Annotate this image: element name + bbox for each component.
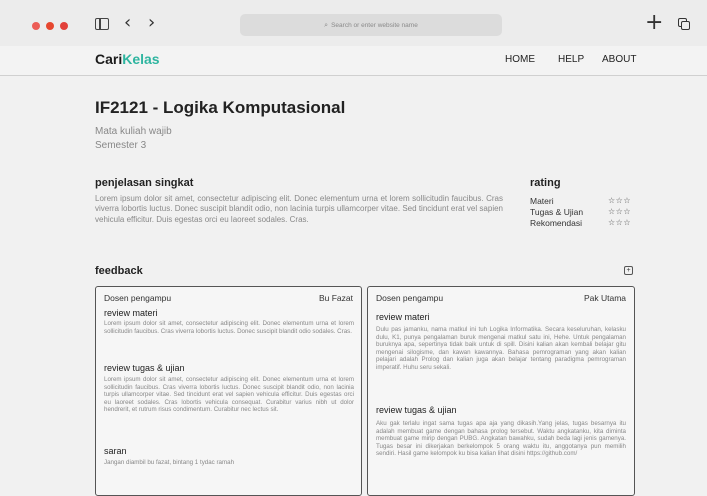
- feedback-heading: feedback: [95, 265, 143, 277]
- minimize-window-button[interactable]: [46, 22, 54, 30]
- dosen-label: Dosen pengampu: [104, 293, 172, 303]
- rating-stars-tugas: ☆☆☆: [608, 207, 632, 216]
- add-feedback-icon[interactable]: +: [624, 266, 633, 275]
- review-materi-text: Lorem ipsum dolor sit amet, consectetur …: [104, 320, 354, 335]
- saran-heading: saran: [104, 446, 127, 456]
- tabs-overview-icon[interactable]: [678, 18, 690, 30]
- course-title: IF2121 - Logika Komputasional: [95, 98, 346, 117]
- review-tugas-text: Lorem ipsum dolor sit amet, consectetur …: [104, 376, 354, 414]
- close-window-button[interactable]: [32, 22, 40, 30]
- summary-text: Lorem ipsum dolor sit amet, consectetur …: [95, 194, 503, 224]
- logo-text-part1: Cari: [95, 51, 123, 67]
- search-icon: ⌕: [324, 20, 329, 29]
- saran-text: Jangan diambil bu fazat, bintang 1 tydac…: [104, 459, 235, 466]
- new-tab-button[interactable]: +: [645, 12, 663, 34]
- nav-about-link[interactable]: ABOUT: [602, 54, 636, 65]
- rating-stars-materi: ☆☆☆: [608, 196, 632, 205]
- rating-heading: rating: [530, 177, 561, 189]
- site-header: CariKelas HOME HELP ABOUT: [0, 46, 707, 76]
- browser-toolbar: ‹ › ⌕ Search or enter website name +: [0, 0, 707, 47]
- nav-help-link[interactable]: HELP: [558, 54, 584, 65]
- review-materi-text: Dulu pas jamanku, nama matkul ini tuh Lo…: [376, 326, 626, 371]
- review-tugas-heading: review tugas & ujian: [104, 363, 185, 373]
- logo-text-part2: Kelas: [122, 51, 160, 67]
- review-tugas-heading: review tugas & ujian: [376, 405, 457, 415]
- maximize-window-button[interactable]: [60, 22, 68, 30]
- rating-label-rekomendasi: Rekomendasi: [530, 218, 582, 228]
- sidebar-toggle-icon[interactable]: [95, 18, 109, 30]
- back-button[interactable]: ‹: [124, 13, 131, 33]
- review-tugas-text: Aku gak terlalu ingat sama tugas apa aja…: [376, 420, 626, 458]
- course-type: Mata kuliah wajib: [95, 126, 172, 137]
- review-materi-heading: review materi: [376, 312, 430, 322]
- site-logo[interactable]: CariKelas: [95, 51, 160, 67]
- review-materi-heading: review materi: [104, 308, 158, 318]
- feedback-card: Dosen pengampu Bu Fazat review materi Lo…: [95, 286, 362, 496]
- forward-button[interactable]: ›: [148, 13, 155, 33]
- rating-label-materi: Materi: [530, 196, 554, 206]
- rating-label-tugas: Tugas & Ujian: [530, 207, 584, 217]
- summary-heading: penjelasan singkat: [95, 177, 194, 189]
- dosen-name: Bu Fazat: [318, 293, 353, 303]
- address-bar[interactable]: ⌕ Search or enter website name: [240, 14, 502, 36]
- nav-home-link[interactable]: HOME: [505, 54, 535, 65]
- dosen-name: Pak Utama: [583, 293, 626, 303]
- address-placeholder: Search or enter website name: [331, 21, 418, 29]
- rating-stars-rekomendasi: ☆☆☆: [608, 218, 632, 227]
- feedback-card: Dosen pengampu Pak Utama review materi D…: [367, 286, 635, 496]
- dosen-label: Dosen pengampu: [376, 293, 444, 303]
- course-semester: Semester 3: [95, 140, 147, 151]
